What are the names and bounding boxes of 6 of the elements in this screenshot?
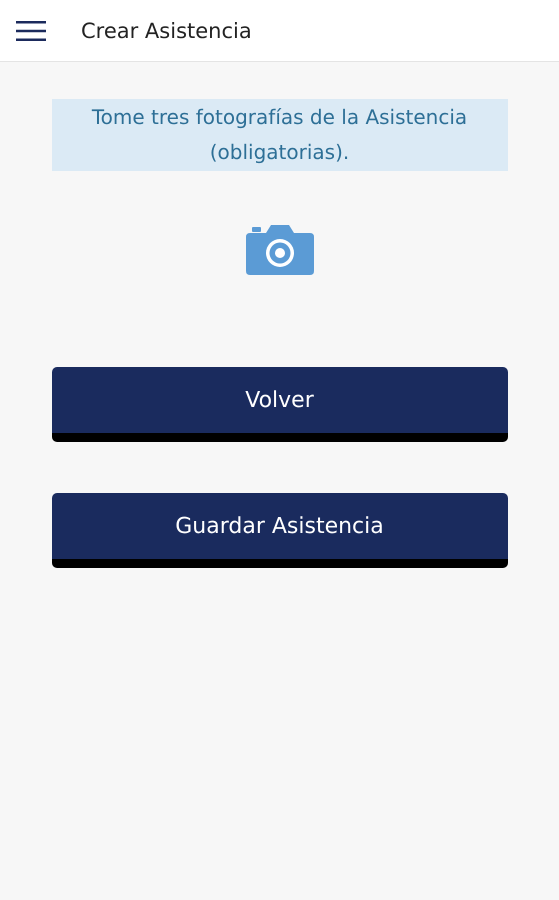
menu-icon[interactable] [16, 20, 46, 40]
screen-title: Crear Asistencia [81, 18, 252, 42]
save-button[interactable]: Guardar Asistencia [52, 493, 508, 568]
camera-icon[interactable] [246, 223, 314, 275]
instruction-notice: Tome tres fotografías de la Asistencia (obligatorias). [52, 99, 508, 171]
back-button[interactable]: Volver [52, 367, 508, 442]
